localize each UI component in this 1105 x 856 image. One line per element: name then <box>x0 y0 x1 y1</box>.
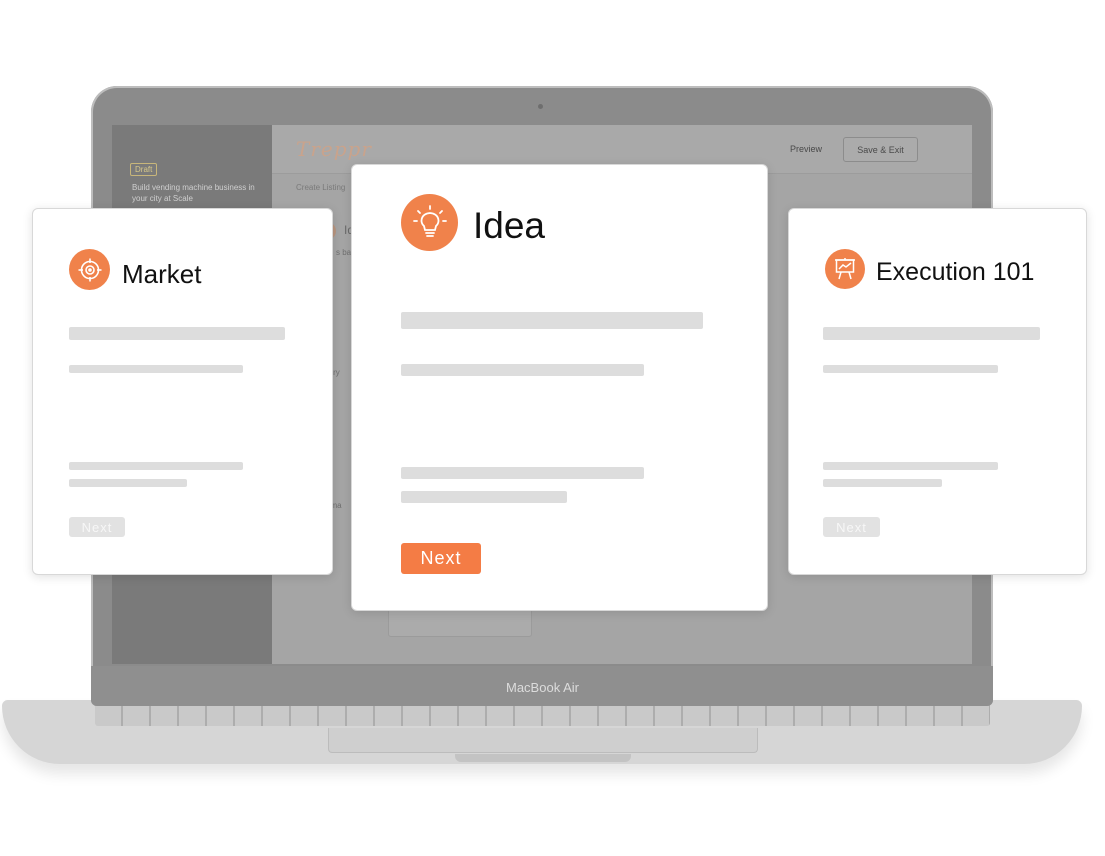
presentation-chart-icon <box>825 249 865 289</box>
card-title: Idea <box>473 205 546 246</box>
next-button[interactable]: Next <box>401 543 481 574</box>
placeholder-bar <box>69 462 243 470</box>
next-button[interactable]: Next <box>69 517 125 537</box>
breadcrumb[interactable]: Create Listing <box>296 183 345 192</box>
placeholder-bar <box>401 364 644 376</box>
status-badge: Draft <box>130 163 158 176</box>
laptop-notch <box>455 754 631 762</box>
camera-icon <box>538 104 543 109</box>
placeholder-bar <box>401 312 703 329</box>
save-exit-button[interactable]: Save & Exit <box>843 137 918 162</box>
placeholder-bar <box>69 365 243 373</box>
card-title: Market <box>122 259 202 289</box>
card-title: Execution 101 <box>876 258 1035 286</box>
next-button[interactable]: Next <box>823 517 880 537</box>
placeholder-bar <box>823 462 998 470</box>
app-logo[interactable]: Treppr <box>296 137 372 161</box>
idea-card: Idea Next <box>351 164 768 611</box>
preview-link[interactable]: Preview <box>790 144 822 154</box>
market-card: Market Next <box>32 208 333 575</box>
trackpad <box>328 728 758 753</box>
placeholder-bar <box>69 479 187 487</box>
sidebar-listing-title[interactable]: Build vending machine business in your c… <box>132 182 257 204</box>
placeholder-bar <box>69 327 285 340</box>
execution-card: Execution 101 Next <box>788 208 1087 575</box>
lightbulb-icon <box>401 194 458 251</box>
placeholder-bar <box>823 365 998 373</box>
laptop-brand-label: MacBook Air <box>506 680 579 695</box>
target-icon <box>69 249 110 290</box>
placeholder-bar <box>401 467 644 479</box>
placeholder-bar <box>823 327 1040 340</box>
placeholder-bar <box>401 491 567 503</box>
placeholder-bar <box>823 479 942 487</box>
